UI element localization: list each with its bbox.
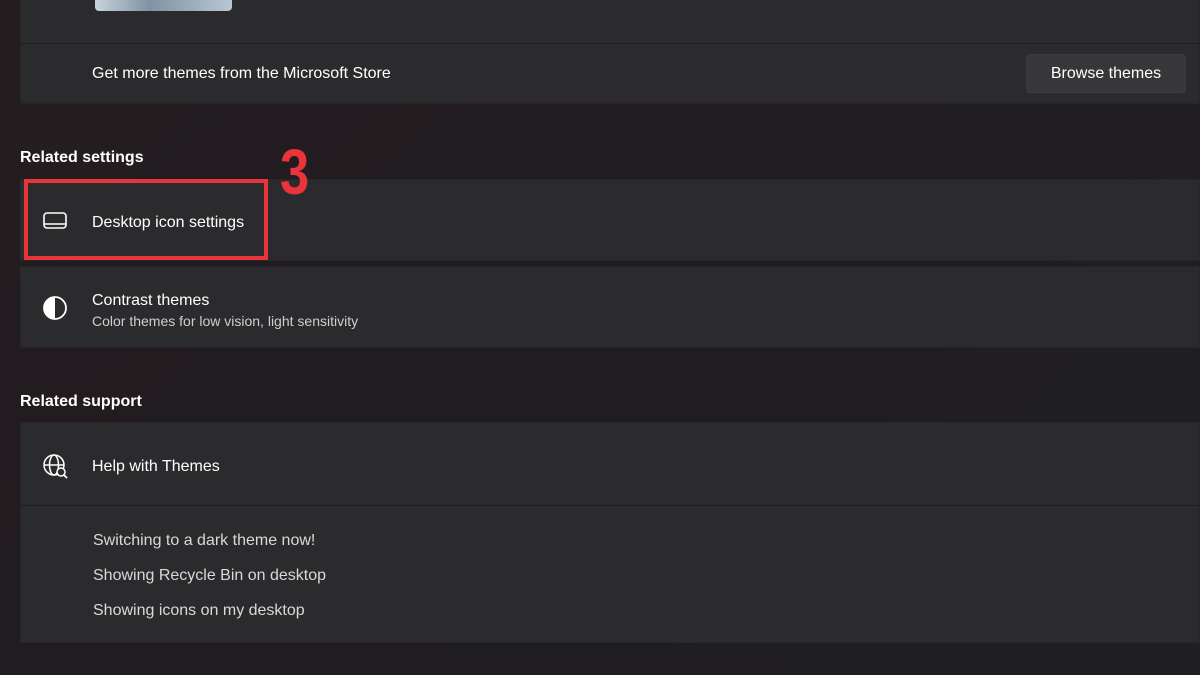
contrast-themes-label: Contrast themes	[92, 292, 210, 309]
related-settings-header: Related settings	[20, 149, 144, 166]
divider	[21, 43, 1199, 44]
contrast-themes-description: Color themes for low vision, light sensi…	[92, 313, 359, 329]
help-with-themes-label[interactable]: Help with Themes	[92, 458, 220, 476]
support-link-desktop-icons[interactable]: Showing icons on my desktop	[93, 602, 305, 620]
support-link-dark-theme[interactable]: Switching to a dark theme now!	[93, 532, 315, 550]
contrast-themes-row[interactable]: Contrast themes Color themes for low vis…	[20, 266, 1200, 348]
store-themes-label: Get more themes from the Microsoft Store	[92, 65, 391, 82]
globe-icon	[43, 454, 68, 479]
themes-card: Get more themes from the Microsoft Store…	[20, 0, 1200, 104]
support-link-recycle-bin[interactable]: Showing Recycle Bin on desktop	[93, 567, 326, 585]
related-support-header: Related support	[20, 393, 142, 410]
browse-themes-button[interactable]: Browse themes	[1026, 54, 1186, 93]
annotation-step-number: 3	[280, 136, 310, 208]
related-support-card: Help with Themes Switching to a dark the…	[20, 422, 1200, 643]
contrast-icon	[43, 296, 67, 320]
divider	[21, 505, 1199, 506]
theme-thumbnail[interactable]	[95, 0, 232, 11]
annotation-highlight-box	[24, 179, 268, 260]
